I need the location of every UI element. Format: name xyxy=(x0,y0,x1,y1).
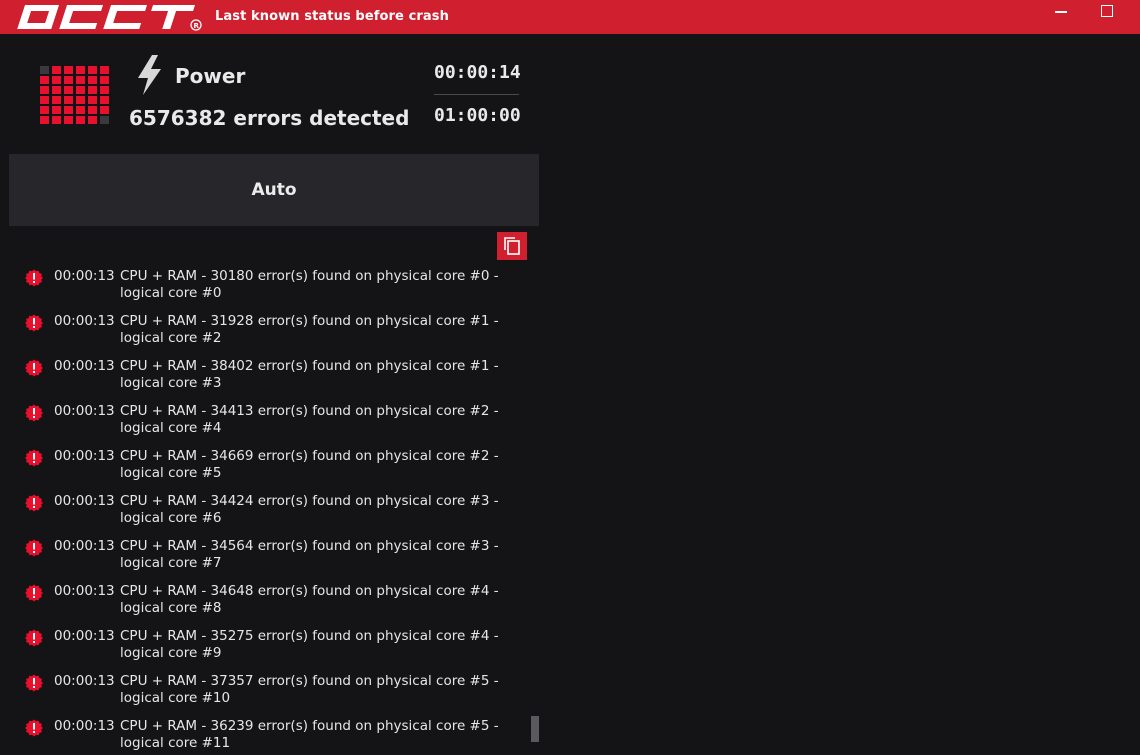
log-entry-message: CPU + RAM - 34648 error(s) found on phys… xyxy=(120,583,499,616)
log-entry-message: CPU + RAM - 31928 error(s) found on phys… xyxy=(120,313,499,346)
lightning-bolt-icon xyxy=(138,55,161,95)
log-entry: 00:00:13 CPU + RAM - 34648 error(s) found… xyxy=(0,583,540,628)
log-entry: 00:00:13 CPU + RAM - 38402 error(s) found… xyxy=(0,358,540,403)
cpu-core-grid-icon xyxy=(40,66,109,124)
window-title: Last known status before crash xyxy=(215,9,449,24)
log-entry-message: CPU + RAM - 36239 error(s) found on phys… xyxy=(120,718,499,751)
test-name: Power xyxy=(175,64,246,88)
log-entry: 00:00:13 CPU + RAM - 37357 error(s) found… xyxy=(0,673,540,718)
log-entry-message: CPU + RAM - 34564 error(s) found on phys… xyxy=(120,538,499,571)
error-alert-icon xyxy=(25,584,43,602)
log-entry-message: CPU + RAM - 37357 error(s) found on phys… xyxy=(120,673,499,706)
log-entry: 00:00:13 CPU + RAM - 31928 error(s) found… xyxy=(0,313,540,358)
log-entry-message: CPU + RAM - 34424 error(s) found on phys… xyxy=(120,493,499,526)
copy-log-button[interactable] xyxy=(497,232,527,260)
error-alert-icon xyxy=(25,674,43,692)
log-entry-message: CPU + RAM - 30180 error(s) found on phys… xyxy=(120,268,499,301)
log-entry: 00:00:13 CPU + RAM - 30180 error(s) found… xyxy=(0,268,540,313)
log-entry: 00:00:13 CPU + RAM - 36239 error(s) found… xyxy=(0,718,540,755)
log-entry-message: CPU + RAM - 38402 error(s) found on phys… xyxy=(120,358,499,391)
log-entry-time: 00:00:13 xyxy=(54,268,115,284)
log-entry-time: 00:00:13 xyxy=(54,583,115,599)
log-entry-time: 00:00:13 xyxy=(54,313,115,329)
error-alert-icon xyxy=(25,719,43,737)
error-alert-icon xyxy=(25,629,43,647)
log-entry-message: CPU + RAM - 34669 error(s) found on phys… xyxy=(120,448,499,481)
error-alert-icon xyxy=(25,359,43,377)
copy-icon xyxy=(504,237,520,255)
log-entry-time: 00:00:13 xyxy=(54,718,115,734)
log-scrollbar-thumb[interactable] xyxy=(531,716,539,742)
log-entry-time: 00:00:13 xyxy=(54,628,115,644)
error-alert-icon xyxy=(25,404,43,422)
time-divider xyxy=(434,94,519,95)
error-alert-icon xyxy=(25,314,43,332)
log-entry-time: 00:00:13 xyxy=(54,448,115,464)
log-entry-time: 00:00:13 xyxy=(54,538,115,554)
log-entry-time: 00:00:13 xyxy=(54,403,115,419)
log-entry-time: 00:00:13 xyxy=(54,673,115,689)
error-log-list: 00:00:13 CPU + RAM - 30180 error(s) found… xyxy=(0,268,540,755)
minimize-icon[interactable] xyxy=(1055,11,1067,13)
log-entry-time: 00:00:13 xyxy=(54,493,115,509)
error-alert-icon xyxy=(25,494,43,512)
title-bar: R Last known status before crash xyxy=(0,0,1140,34)
log-entry: 00:00:13 CPU + RAM - 34424 error(s) found… xyxy=(0,493,540,538)
log-entry: 00:00:13 CPU + RAM - 34564 error(s) found… xyxy=(0,538,540,583)
log-entry: 00:00:13 CPU + RAM - 35275 error(s) found… xyxy=(0,628,540,673)
elapsed-time: 00:00:14 xyxy=(434,62,521,83)
svg-text:R: R xyxy=(194,22,200,30)
mode-button[interactable]: Auto xyxy=(9,154,539,226)
log-entry-time: 00:00:13 xyxy=(54,358,115,374)
errors-detected-count: 6576382 errors detected xyxy=(129,106,410,130)
maximize-icon[interactable] xyxy=(1101,5,1113,17)
occt-logo: R xyxy=(17,5,202,31)
error-alert-icon xyxy=(25,269,43,287)
log-entry: 00:00:13 CPU + RAM - 34413 error(s) found… xyxy=(0,403,540,448)
log-entry-message: CPU + RAM - 34413 error(s) found on phys… xyxy=(120,403,499,436)
error-alert-icon xyxy=(25,449,43,467)
error-alert-icon xyxy=(25,539,43,557)
log-entry-message: CPU + RAM - 35275 error(s) found on phys… xyxy=(120,628,499,661)
total-duration: 01:00:00 xyxy=(434,105,521,126)
log-entry: 00:00:13 CPU + RAM - 34669 error(s) found… xyxy=(0,448,540,493)
